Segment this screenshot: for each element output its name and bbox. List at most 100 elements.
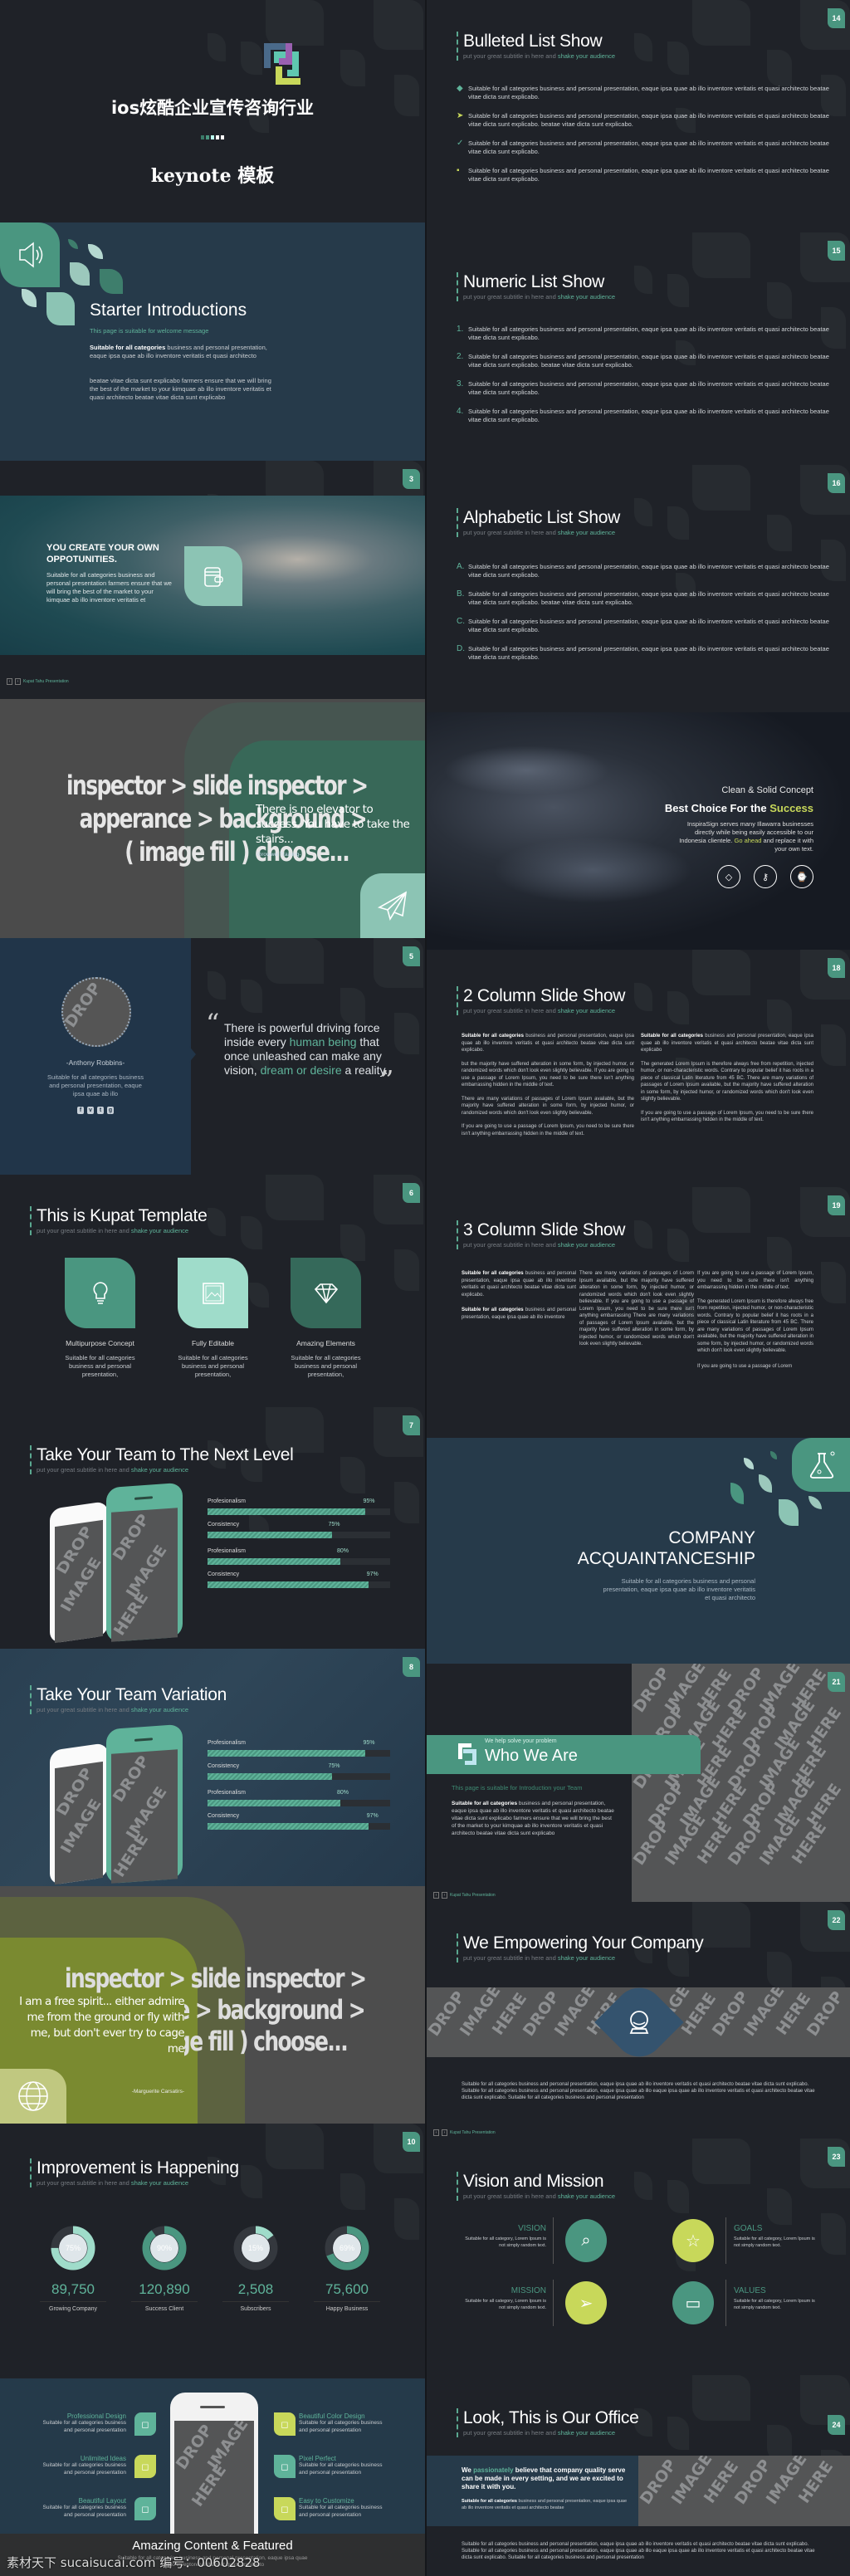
background-shape (667, 274, 689, 307)
slide-who-we-are[interactable]: DROP IMAGE HERE DROP IMAGE HERE DROP IMAGE HERE D… (427, 1664, 850, 1902)
slide-title: Vision and Mission put your great subtitl… (457, 2172, 615, 2201)
prev-slide-button[interactable]: ‹ (433, 1892, 439, 1899)
skill-label: Consistency (208, 1763, 240, 1769)
skill-fill (208, 1581, 369, 1588)
footer: ‹ › Kupat Tahu Presentation (7, 678, 69, 685)
slide-vision-mission[interactable]: 23 Vision and Mission put your great subt… (427, 2139, 850, 2375)
slide-alphabetic-list[interactable]: 16 Alphabetic List Show put your great su… (427, 465, 850, 712)
slide-our-office[interactable]: 24 Look, This is Our Office put your grea… (427, 2375, 850, 2576)
cover-subtitle: keynote 模板 (150, 165, 275, 187)
slide-title: Take Your Team to The Next Level put your… (30, 1445, 294, 1474)
opportunity-heading: YOU CREATE YOUR OWN OPPOTUNITIES. (46, 543, 159, 565)
background-shape (667, 506, 689, 540)
slide-title: Look, This is Our Office put your great s… (457, 2408, 639, 2437)
kicker-text: Clean & Solid Concept (721, 785, 813, 795)
skill-bar: Profesionalism 95% (208, 1498, 392, 1518)
slide-opportunities[interactable]: 3 YOU CREATE YOUR OWN OPPOTUNITIES. Suit… (0, 461, 425, 699)
slide-improvement[interactable]: 10 Improvement is Happening put your grea… (0, 2124, 425, 2358)
slide-empowering[interactable]: 22 We Empowering Your Company put your gr… (427, 1902, 850, 2139)
vision-item: VISION Suitable for all category, Lorem I… (465, 2224, 546, 2248)
next-slide-button[interactable]: › (442, 2129, 447, 2136)
next-slide-button[interactable]: › (15, 678, 21, 685)
skill-bar: Consistency 97% (208, 1572, 392, 1591)
slide-cover[interactable]: ios炫酷企业宣传咨询行业 keynote 模板 (0, 0, 425, 222)
background-shape (692, 232, 750, 278)
background-shape (692, 465, 750, 511)
cover-title: ios炫酷企业宣传咨询行业 (110, 98, 315, 118)
chat-icon: ◻ (134, 2455, 156, 2478)
list-marker: C. (457, 617, 465, 626)
background-shape (692, 950, 750, 995)
list-marker: A. (457, 562, 465, 571)
list-item: C. Suitable for all categories business a… (457, 617, 829, 634)
slide-starter-introductions[interactable]: Starter Introductions This page is suita… (0, 222, 425, 461)
slide-title: Alphabetic List Show put your great subti… (457, 508, 620, 537)
social-icon[interactable]: t (97, 1107, 104, 1114)
slide-quote-robbins[interactable]: 5 DROP -Anthony Robbins- Suitable for al… (0, 938, 425, 1175)
slide-bulleted-list[interactable]: 14 Bulleted List Show put your great subt… (427, 0, 850, 232)
slide-three-column[interactable]: 19 3 Column Slide Show put your great sub… (427, 1187, 850, 1421)
next-slide-button[interactable]: › (442, 1892, 447, 1899)
page-number: 6 (403, 1183, 420, 1203)
slide-quote-free-spirit[interactable]: inspector > slide inspector > apperance >… (0, 1886, 425, 2124)
page-number: 3 (403, 469, 420, 489)
donut-chart: 75% (51, 2226, 95, 2270)
page-number: 7 (403, 1415, 420, 1435)
stat-item: 90% 120,890 Success Client (123, 2225, 206, 2333)
company-text: Suitable for all categories business and… (603, 1577, 755, 1601)
slide-numeric-list[interactable]: 15 Numeric List Show put your great subti… (427, 232, 850, 465)
page-number: 14 (828, 8, 845, 28)
stat-item: 15% 2,508 Subscribers (214, 2225, 297, 2333)
dots-divider (201, 135, 224, 139)
headline: Best Choice For the Success (664, 802, 813, 814)
intro-paragraph-2: beatae vitae dicta sunt explicabo farmer… (90, 377, 271, 401)
card-description: Suitable for all categories business and… (178, 1354, 248, 1378)
phone-mockup: DROP IMAGE HERE (170, 2393, 258, 2534)
background-shape (241, 1216, 262, 1249)
pen-icon: ◻ (134, 2497, 156, 2520)
svg-text:75%: 75% (66, 2244, 81, 2252)
list-item: ◆ Suitable for all categories business an… (457, 84, 829, 101)
feature-item: Beautiful Layout Suitable for all categor… (42, 2497, 126, 2518)
background-shape (208, 1208, 226, 1236)
drop-image-placeholder[interactable]: DROP IMAGE HERE DROP IMAGE HERE DROP IMAGE HERE D… (632, 1664, 850, 1902)
background-shape (394, 1249, 419, 1291)
drop-image-text: HERE (188, 2461, 231, 2510)
drop-image-placeholder[interactable]: DROP IMAGE HERE DROP IMAGE HERE (638, 2456, 850, 2526)
skill-bar: Consistency 75% (208, 1763, 392, 1783)
list-item: ➤ Suitable for all categories business an… (457, 111, 829, 129)
skill-percent: 80% (337, 1548, 349, 1554)
slide-team-variation[interactable]: 8 Take Your Team Variation put your great… (0, 1649, 425, 1886)
background-shape (821, 2213, 846, 2255)
slide-sheet: ios炫酷企业宣传咨询行业 keynote 模板 Starter Introdu… (0, 0, 850, 2576)
social-icon[interactable]: g (107, 1107, 114, 1114)
skill-bar: Profesionalism 95% (208, 1740, 392, 1760)
page-number: 16 (828, 473, 845, 493)
slide-subtitle: This page is suitable for Introduction y… (452, 1784, 583, 1791)
background-shape (266, 0, 324, 46)
watermark: 素材天下 sucaisucai.com 编号：00602828 (7, 2555, 261, 2570)
slide-company-acquaintanceship[interactable]: COMPANY ACQUAINTANCESHIP Suitable for all… (427, 1421, 850, 1664)
skill-bar: Profesionalism 80% (208, 1790, 392, 1810)
background-shape (767, 2188, 792, 2225)
slide-kupat-template[interactable]: 6 This is Kupat Template put your great s… (0, 1175, 425, 1407)
list-marker: B. (457, 589, 465, 599)
skill-label: Profesionalism (208, 1548, 246, 1554)
list-item: ▪ Suitable for all categories business an… (457, 166, 829, 183)
slide-team-next-level[interactable]: 7 Take Your Team to The Next Level put yo… (0, 1407, 425, 1649)
drop-image-text: HERE (111, 1831, 153, 1881)
social-icon[interactable]: v (87, 1107, 94, 1114)
slide-amazing-content[interactable]: DROP IMAGE HERE ◻ Professional Design Suitab… (0, 2358, 425, 2576)
office-text: Suitable for all categories business and… (462, 2499, 628, 2510)
list-marker: ◆ (457, 84, 463, 93)
slide-clean-concept[interactable]: Clean & Solid Concept Best Choice For th… (427, 712, 850, 950)
skill-bar: Consistency 75% (208, 1522, 392, 1542)
social-icon[interactable]: f (77, 1107, 84, 1114)
slide-two-column[interactable]: 18 2 Column Slide Show put your great sub… (427, 950, 850, 1187)
donut-chart: 69% (325, 2226, 369, 2270)
slide-title: Improvement is Happening put your great s… (30, 2158, 239, 2187)
avatar-drop-image[interactable]: DROP (61, 977, 131, 1047)
prev-slide-button[interactable]: ‹ (433, 2129, 439, 2136)
prev-slide-button[interactable]: ‹ (7, 678, 12, 685)
slide-quote-elevator[interactable]: inspector > slide inspector > apperance >… (0, 699, 425, 938)
